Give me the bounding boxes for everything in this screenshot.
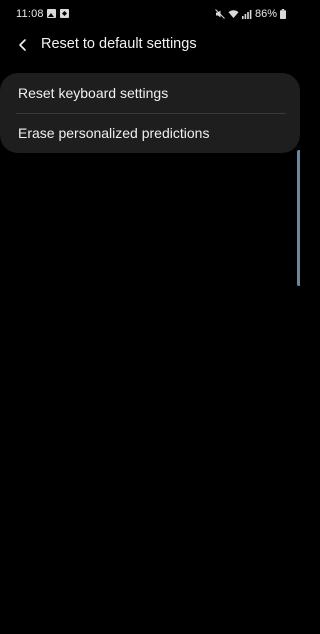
back-button[interactable] (10, 32, 36, 58)
status-time: 11:08 (16, 8, 44, 20)
mute-icon (215, 9, 225, 19)
chevron-left-icon (19, 39, 26, 51)
wifi-icon (228, 9, 239, 19)
screen: 11:08 86% Reset to default settings Rese… (0, 0, 300, 634)
status-right: 86% (215, 8, 286, 20)
options-card: Reset keyboard settings Erase personaliz… (0, 73, 300, 153)
status-bar: 11:08 86% (0, 0, 300, 28)
battery-icon (280, 9, 286, 19)
battery-text: 86% (254, 8, 277, 20)
gallery-icon (47, 9, 56, 18)
signal-icon (241, 9, 252, 19)
reset-keyboard-settings-item[interactable]: Reset keyboard settings (0, 73, 300, 113)
page-title: Reset to default settings (41, 36, 197, 52)
edge-panel-handle[interactable] (297, 150, 300, 286)
option-label: Erase personalized predictions (18, 125, 210, 141)
notification-icons (47, 9, 69, 18)
option-label: Reset keyboard settings (18, 85, 169, 101)
message-icon (60, 9, 69, 18)
erase-predictions-item[interactable]: Erase personalized predictions (0, 113, 300, 153)
app-header: Reset to default settings (0, 30, 300, 60)
